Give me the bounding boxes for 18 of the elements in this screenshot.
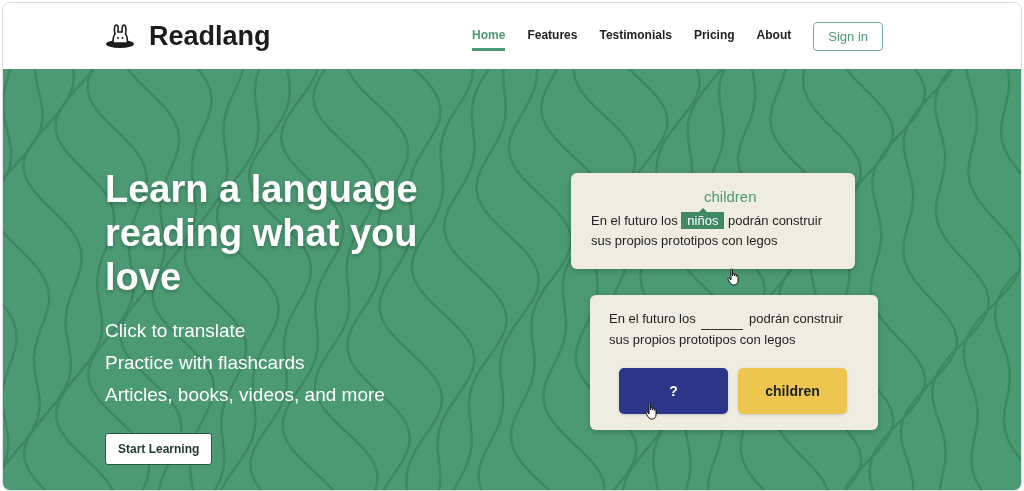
feature-text: Click to translate [105, 319, 247, 343]
sentence-text: En el futuro los niños podrán construir sus propios prototipos con legos [591, 211, 835, 251]
nav-link[interactable]: About [756, 21, 792, 51]
nav-link[interactable]: Testimonials [599, 21, 672, 51]
answer-button[interactable]: ? [619, 368, 728, 414]
rabbit-logo-icon [105, 23, 135, 49]
sentence-text: En el futuro los podrán construir sus propios prototipos con legos [609, 309, 844, 349]
brand-name: Readlang [149, 20, 271, 52]
nav-link[interactable]: Pricing [693, 21, 735, 51]
answer-button[interactable]: children [738, 368, 847, 414]
tooltip-text: children [704, 187, 757, 207]
start-learning-button[interactable]: Start Learning [105, 433, 213, 465]
headline: Learn a language reading what you love [105, 167, 419, 299]
nav-link[interactable]: Features [527, 21, 578, 51]
feature-text: Practice with flashcards [105, 351, 306, 375]
hand-cursor-icon [645, 402, 659, 420]
feature-text: Articles, books, videos, and more [105, 383, 386, 407]
hand-cursor-icon [727, 268, 741, 286]
